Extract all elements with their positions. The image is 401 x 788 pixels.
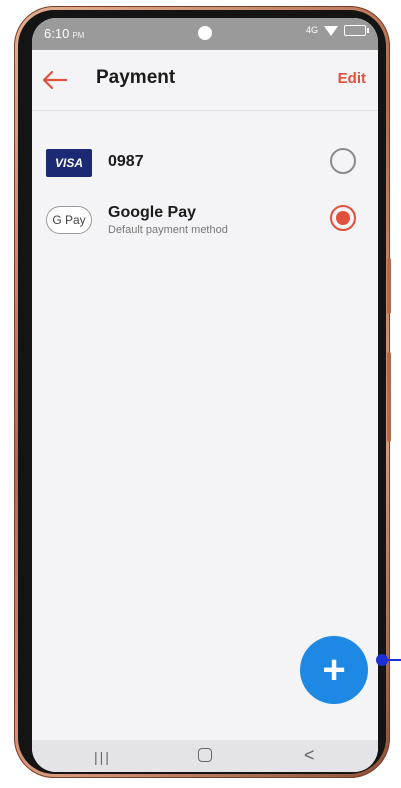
card-number: 0987 (108, 153, 144, 170)
status-icons: 4G (305, 25, 369, 36)
power-button (387, 352, 391, 442)
payment-method-visa[interactable]: VISA 0987 (32, 133, 378, 193)
google-pay-radio-button[interactable] (330, 205, 356, 231)
volume-button (387, 258, 391, 314)
wifi-icon (324, 25, 338, 36)
status-time: 6:10 PM (44, 26, 85, 41)
visa-radio-button[interactable] (330, 148, 356, 174)
add-payment-button[interactable]: + (300, 636, 368, 704)
google-pay-name: Google Pay (108, 204, 197, 221)
google-pay-logo: G Pay (46, 206, 92, 234)
home-icon[interactable] (198, 748, 212, 762)
page-title: Payment (96, 67, 176, 88)
network-icon: 4G (305, 25, 318, 35)
nav-back-icon[interactable]: < (304, 745, 315, 766)
payment-method-google-pay[interactable]: G Pay Google Pay Default payment method (32, 190, 378, 250)
annotation-dot (376, 654, 388, 666)
annotation-line (386, 659, 401, 661)
plus-icon: + (322, 647, 346, 692)
system-nav-bar: ||| < (32, 740, 378, 772)
edit-button[interactable]: Edit (338, 70, 366, 87)
status-bar: 6:10 PM 4G (32, 18, 378, 50)
screen: 6:10 PM 4G Payment Edit VISA 0987 G Pay G… (32, 18, 378, 772)
front-camera (198, 26, 212, 40)
app-bar: Payment Edit (32, 50, 378, 111)
battery-icon (344, 25, 369, 36)
default-method-label: Default payment method (108, 224, 228, 236)
recent-apps-icon[interactable]: ||| (94, 749, 111, 765)
visa-logo: VISA (46, 149, 92, 177)
back-arrow-icon[interactable] (38, 68, 72, 92)
